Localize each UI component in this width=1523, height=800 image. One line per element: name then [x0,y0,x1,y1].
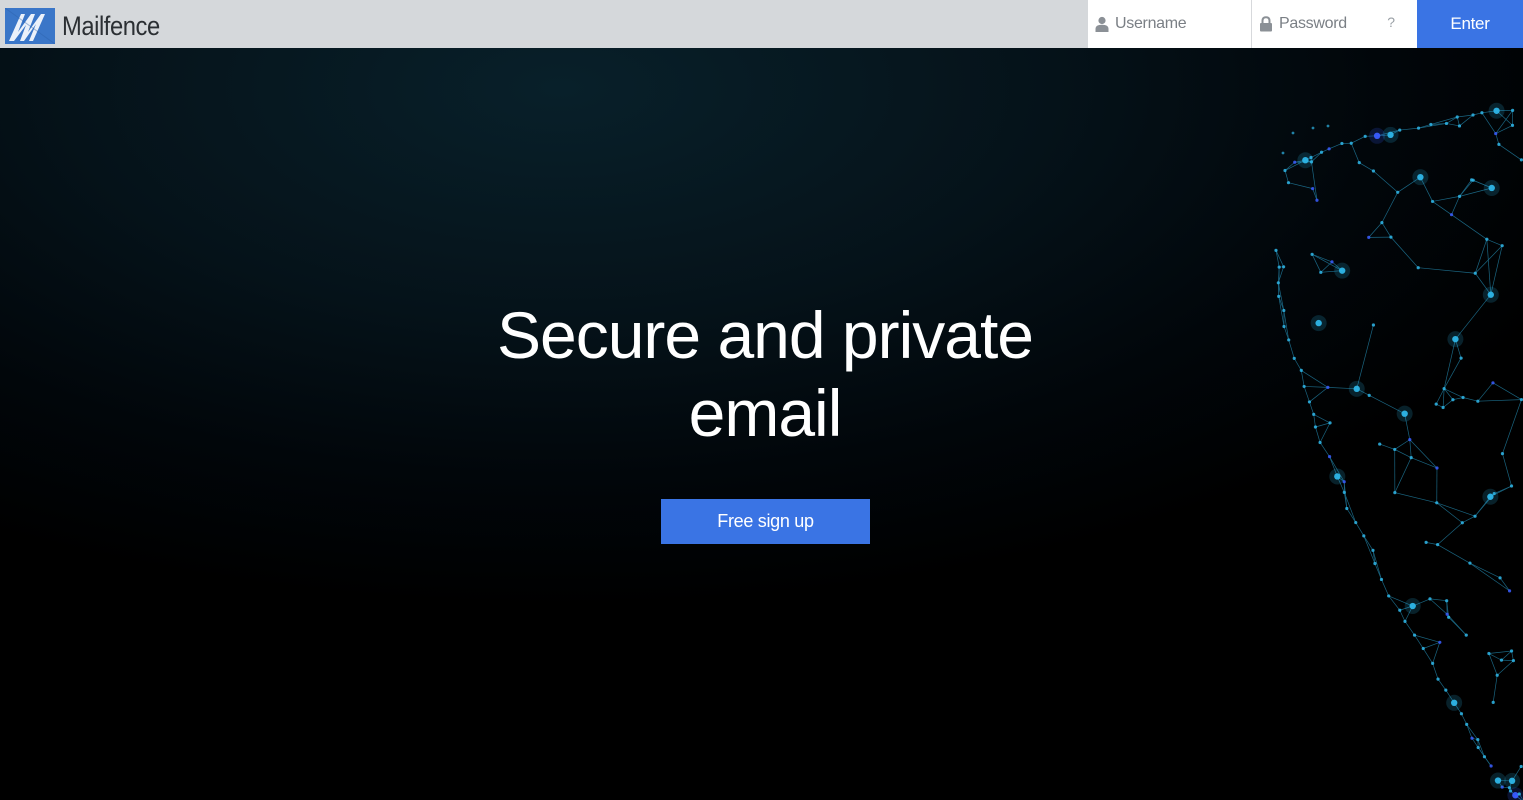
top-bar: Mailfence ? Enter [0,0,1523,48]
network-shield-graphic [1274,102,1523,800]
lock-icon [1260,16,1272,32]
password-help-link[interactable]: ? [1387,14,1395,30]
network-lines [1275,109,1523,800]
username-input[interactable] [1115,15,1225,33]
login-form: ? Enter [1088,0,1523,48]
enter-button[interactable]: Enter [1417,0,1523,48]
mailfence-logo-icon [5,8,55,44]
free-signup-button[interactable]: Free sign up [661,499,870,544]
user-icon [1095,16,1109,32]
password-field-wrapper: ? [1252,0,1417,48]
hero-title: Secure and private email [496,298,1034,450]
brand-name: Mailfence [62,10,160,41]
username-field-wrapper [1088,0,1252,48]
password-input[interactable] [1279,15,1389,33]
brand-logo[interactable]: Mailfence [5,7,173,45]
hero-section: Secure and private email Free sign up [0,48,1523,800]
